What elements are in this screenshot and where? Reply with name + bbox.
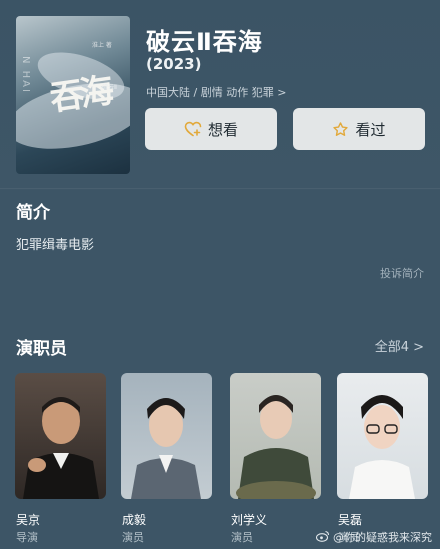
cast-name-3: 刘学义	[231, 513, 268, 527]
cast-role-1: 导演	[16, 531, 38, 544]
cast-name-1: 吴京	[16, 513, 41, 527]
cast-name-2: 成毅	[122, 513, 147, 527]
movie-poster[interactable]: 淮上 著 N HAI 吞海 破云Ⅱ	[16, 16, 130, 174]
intro-text: 犯罪缉毒电影	[16, 238, 95, 253]
heart-plus-icon	[184, 121, 202, 137]
movie-year: (2023)	[146, 55, 202, 73]
cast-role-3: 演员	[231, 531, 253, 544]
watermark-text: @你的疑惑我来深究	[333, 531, 432, 544]
weibo-watermark: @你的疑惑我来深究	[315, 529, 432, 545]
report-intro-link[interactable]: 投诉简介	[380, 265, 424, 281]
cast-photo-cheng-yi[interactable]	[121, 373, 212, 499]
poster-side-text: N HAI	[20, 56, 31, 94]
poster-author: 淮上 著	[92, 42, 112, 49]
want-label: 想看	[207, 120, 238, 139]
star-icon	[332, 121, 349, 138]
seen-label: 看过	[355, 120, 386, 139]
cast-heading: 演职员	[16, 339, 67, 359]
cast-photo-wu-jing[interactable]	[15, 373, 106, 499]
cast-role-2: 演员	[122, 531, 144, 544]
weibo-icon	[315, 530, 330, 545]
intro-heading: 简介	[16, 203, 50, 223]
section-divider	[0, 188, 440, 189]
poster-calligraphy: 吞海	[47, 71, 113, 119]
cast-photo-liu-xueyi[interactable]	[230, 373, 321, 499]
want-to-watch-button[interactable]: 想看	[145, 108, 277, 150]
watched-button[interactable]: 看过	[293, 108, 425, 150]
cast-name-4: 吴磊	[338, 513, 363, 527]
poster-subtitle: 破云Ⅱ	[102, 84, 117, 91]
cast-photo-wu-lei[interactable]	[337, 373, 428, 499]
view-all-cast-link[interactable]: 全部4 >	[375, 336, 424, 355]
movie-meta-link[interactable]: 中国大陆 / 剧情 动作 犯罪 >	[146, 84, 286, 100]
movie-title: 破云Ⅱ吞海	[146, 28, 263, 56]
